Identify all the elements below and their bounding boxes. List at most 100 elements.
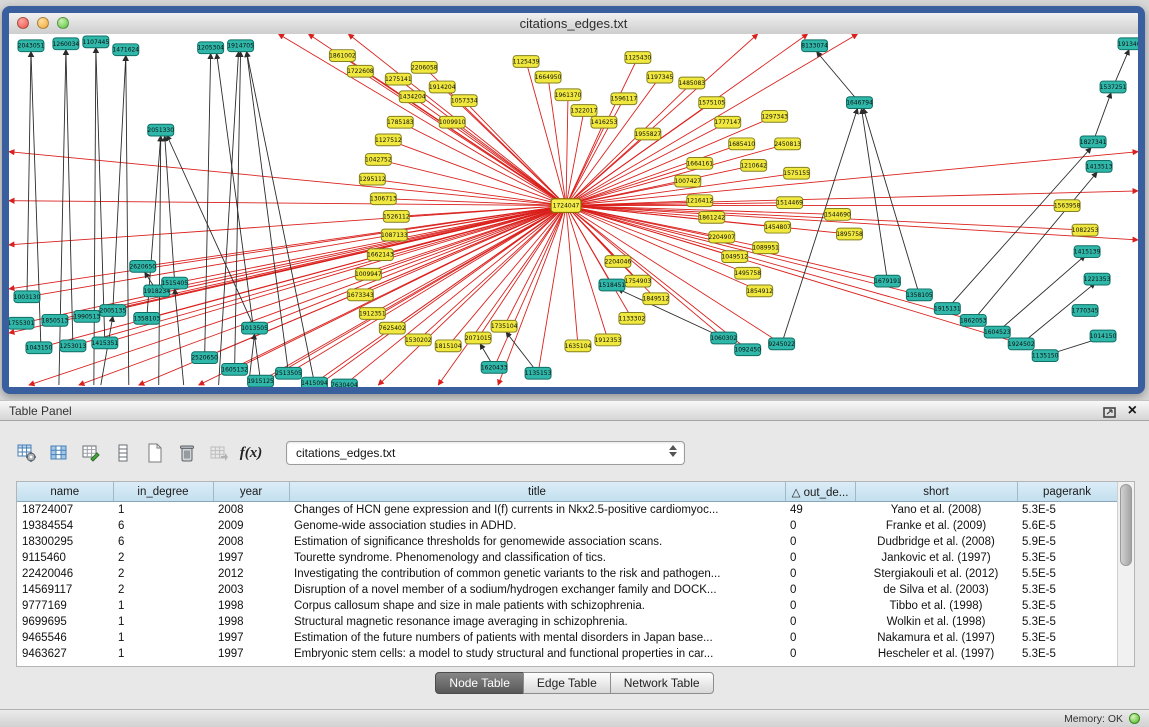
table-cell[interactable]: 5.6E-5 xyxy=(1017,518,1117,534)
table-cell[interactable]: 0 xyxy=(785,582,855,598)
graph-node[interactable]: 1915125 xyxy=(247,375,274,387)
table-cell[interactable]: 18300295 xyxy=(17,534,113,550)
table-row[interactable]: 946554611997Estimation of the future num… xyxy=(17,630,1117,646)
graph-node[interactable]: 2005135 xyxy=(100,305,127,317)
graph-node[interactable]: 1295112 xyxy=(359,173,386,185)
graph-node[interactable]: 1009947 xyxy=(355,268,382,280)
graph-node[interactable]: 2043051 xyxy=(18,40,45,52)
table-cell[interactable]: 9777169 xyxy=(17,598,113,614)
graph-node[interactable]: 2450813 xyxy=(774,138,801,150)
table-cell[interactable]: 5.5E-5 xyxy=(1017,566,1117,582)
graph-node[interactable]: 1544690 xyxy=(824,209,851,221)
table-cell[interactable]: 1 xyxy=(113,614,213,630)
graph-node[interactable]: 1049512 xyxy=(721,251,748,263)
graph-node[interactable]: 2204907 xyxy=(708,231,735,243)
table-cell[interactable]: 1 xyxy=(113,598,213,614)
graph-node[interactable]: 1210642 xyxy=(740,160,767,172)
graph-node[interactable]: 2206058 xyxy=(411,61,438,73)
graph-node[interactable]: 1322017 xyxy=(571,105,598,117)
table-cell[interactable]: 5.3E-5 xyxy=(1017,550,1117,566)
window-titlebar[interactable]: citations_edges.txt xyxy=(9,13,1138,35)
graph-node[interactable]: 1133302 xyxy=(619,312,646,324)
table-cell[interactable]: Embryonic stem cells: a model to study s… xyxy=(289,646,785,662)
table-cell[interactable]: 5.3E-5 xyxy=(1017,598,1117,614)
graph-node[interactable]: 1413513 xyxy=(1086,160,1113,172)
graph-node[interactable]: 1253013 xyxy=(60,340,87,352)
table-row[interactable]: 1872400712008Changes of HCN gene express… xyxy=(17,502,1117,519)
table-cell[interactable]: Investigating the contribution of common… xyxy=(289,566,785,582)
table-cell[interactable]: 5.3E-5 xyxy=(1017,614,1117,630)
table-row[interactable]: 2242004622012Investigating the contribut… xyxy=(17,566,1117,582)
column-header[interactable]: △ out_de... xyxy=(785,482,855,502)
graph-node[interactable]: 1914204 xyxy=(429,81,456,93)
graph-node[interactable]: 1260034 xyxy=(53,38,80,50)
table-cell[interactable]: Structural magnetic resonance image aver… xyxy=(289,614,785,630)
table-cell[interactable]: Franke et al. (2009) xyxy=(855,518,1017,534)
graph-node[interactable]: 1861242 xyxy=(698,211,725,223)
graph-node[interactable]: 1092450 xyxy=(734,344,761,356)
graph-node[interactable]: 1485083 xyxy=(678,77,705,89)
graph-node[interactable]: 2520650 xyxy=(191,352,218,364)
graph-node[interactable]: 1755301 xyxy=(9,317,35,329)
table-vertical-scrollbar[interactable] xyxy=(1117,482,1134,666)
table-cell[interactable]: 2012 xyxy=(213,566,289,582)
table-row[interactable]: 1830029562008Estimation of significance … xyxy=(17,534,1117,550)
table-cell[interactable]: 2009 xyxy=(213,518,289,534)
graph-node[interactable]: 1815104 xyxy=(435,340,462,352)
import-table-icon[interactable] xyxy=(206,440,232,466)
graph-node[interactable]: 1646794 xyxy=(846,97,873,109)
graph-node[interactable]: 1913405 xyxy=(1118,38,1138,50)
graph-node[interactable]: 2051330 xyxy=(147,124,174,136)
table-cell[interactable]: Hescheler et al. (1997) xyxy=(855,646,1017,662)
graph-node[interactable]: 1955827 xyxy=(635,128,662,140)
graph-node[interactable]: 1537251 xyxy=(1100,81,1127,93)
table-cell[interactable]: 5.3E-5 xyxy=(1017,502,1117,519)
table-cell[interactable]: 1998 xyxy=(213,614,289,630)
table-cell[interactable]: Tourette syndrome. Phenomenology and cla… xyxy=(289,550,785,566)
table-cell[interactable]: 6 xyxy=(113,534,213,550)
graph-node[interactable]: 1358103 xyxy=(133,312,160,324)
tab-node-table[interactable]: Node Table xyxy=(435,672,524,694)
graph-node[interactable]: 1990513 xyxy=(74,311,101,323)
graph-node[interactable]: 1082253 xyxy=(1072,224,1099,236)
table-cell[interactable]: 5.9E-5 xyxy=(1017,534,1117,550)
table-cell[interactable]: 9699695 xyxy=(17,614,113,630)
table-cell[interactable]: 5.3E-5 xyxy=(1017,630,1117,646)
table-cell[interactable]: 2 xyxy=(113,582,213,598)
graph-node[interactable]: 1827341 xyxy=(1080,136,1107,148)
graph-node[interactable]: 1605132 xyxy=(221,363,248,375)
graph-node[interactable]: 1415351 xyxy=(92,337,119,349)
table-cell[interactable]: Disruption of a novel member of a sodium… xyxy=(289,582,785,598)
memory-ok-icon[interactable] xyxy=(1129,713,1140,724)
graph-node[interactable]: 1514469 xyxy=(776,197,803,209)
graph-node[interactable]: 1275141 xyxy=(385,73,412,85)
graph-node[interactable]: 1197345 xyxy=(647,71,674,83)
graph-node[interactable]: 1914705 xyxy=(227,40,254,52)
table-cell[interactable]: 1 xyxy=(113,630,213,646)
graph-node[interactable]: 1754903 xyxy=(625,275,652,287)
column-header[interactable]: name xyxy=(17,482,113,502)
table-settings-icon[interactable] xyxy=(14,440,40,466)
table-cell[interactable]: 1997 xyxy=(213,630,289,646)
create-table-icon[interactable] xyxy=(142,440,168,466)
row-tools-icon[interactable] xyxy=(110,440,136,466)
graph-node[interactable]: 1912353 xyxy=(595,334,622,346)
graph-node[interactable]: 7625402 xyxy=(379,322,406,334)
column-header[interactable]: year xyxy=(213,482,289,502)
table-selector-dropdown[interactable]: citations_edges.txt xyxy=(286,441,685,465)
graph-node[interactable]: 1770345 xyxy=(1072,305,1099,317)
graph-node[interactable]: 1635104 xyxy=(565,340,592,352)
graph-node[interactable]: 2513505 xyxy=(275,367,302,379)
graph-node[interactable]: 1042752 xyxy=(365,154,392,166)
table-cell[interactable]: 9115460 xyxy=(17,550,113,566)
table-cell[interactable]: 0 xyxy=(785,614,855,630)
table-cell[interactable]: 5.3E-5 xyxy=(1017,582,1117,598)
graph-node[interactable]: 1854912 xyxy=(746,285,773,297)
graph-node[interactable]: 1013505 xyxy=(241,322,268,334)
table-row[interactable]: 1456911722003Disruption of a novel membe… xyxy=(17,582,1117,598)
table-cell[interactable]: Yano et al. (2008) xyxy=(855,502,1017,519)
close-window-icon[interactable] xyxy=(17,17,29,29)
graph-node[interactable]: 1107445 xyxy=(83,36,110,48)
table-row[interactable]: 969969511998Structural magnetic resonanc… xyxy=(17,614,1117,630)
table-cell[interactable]: Genome-wide association studies in ADHD. xyxy=(289,518,785,534)
